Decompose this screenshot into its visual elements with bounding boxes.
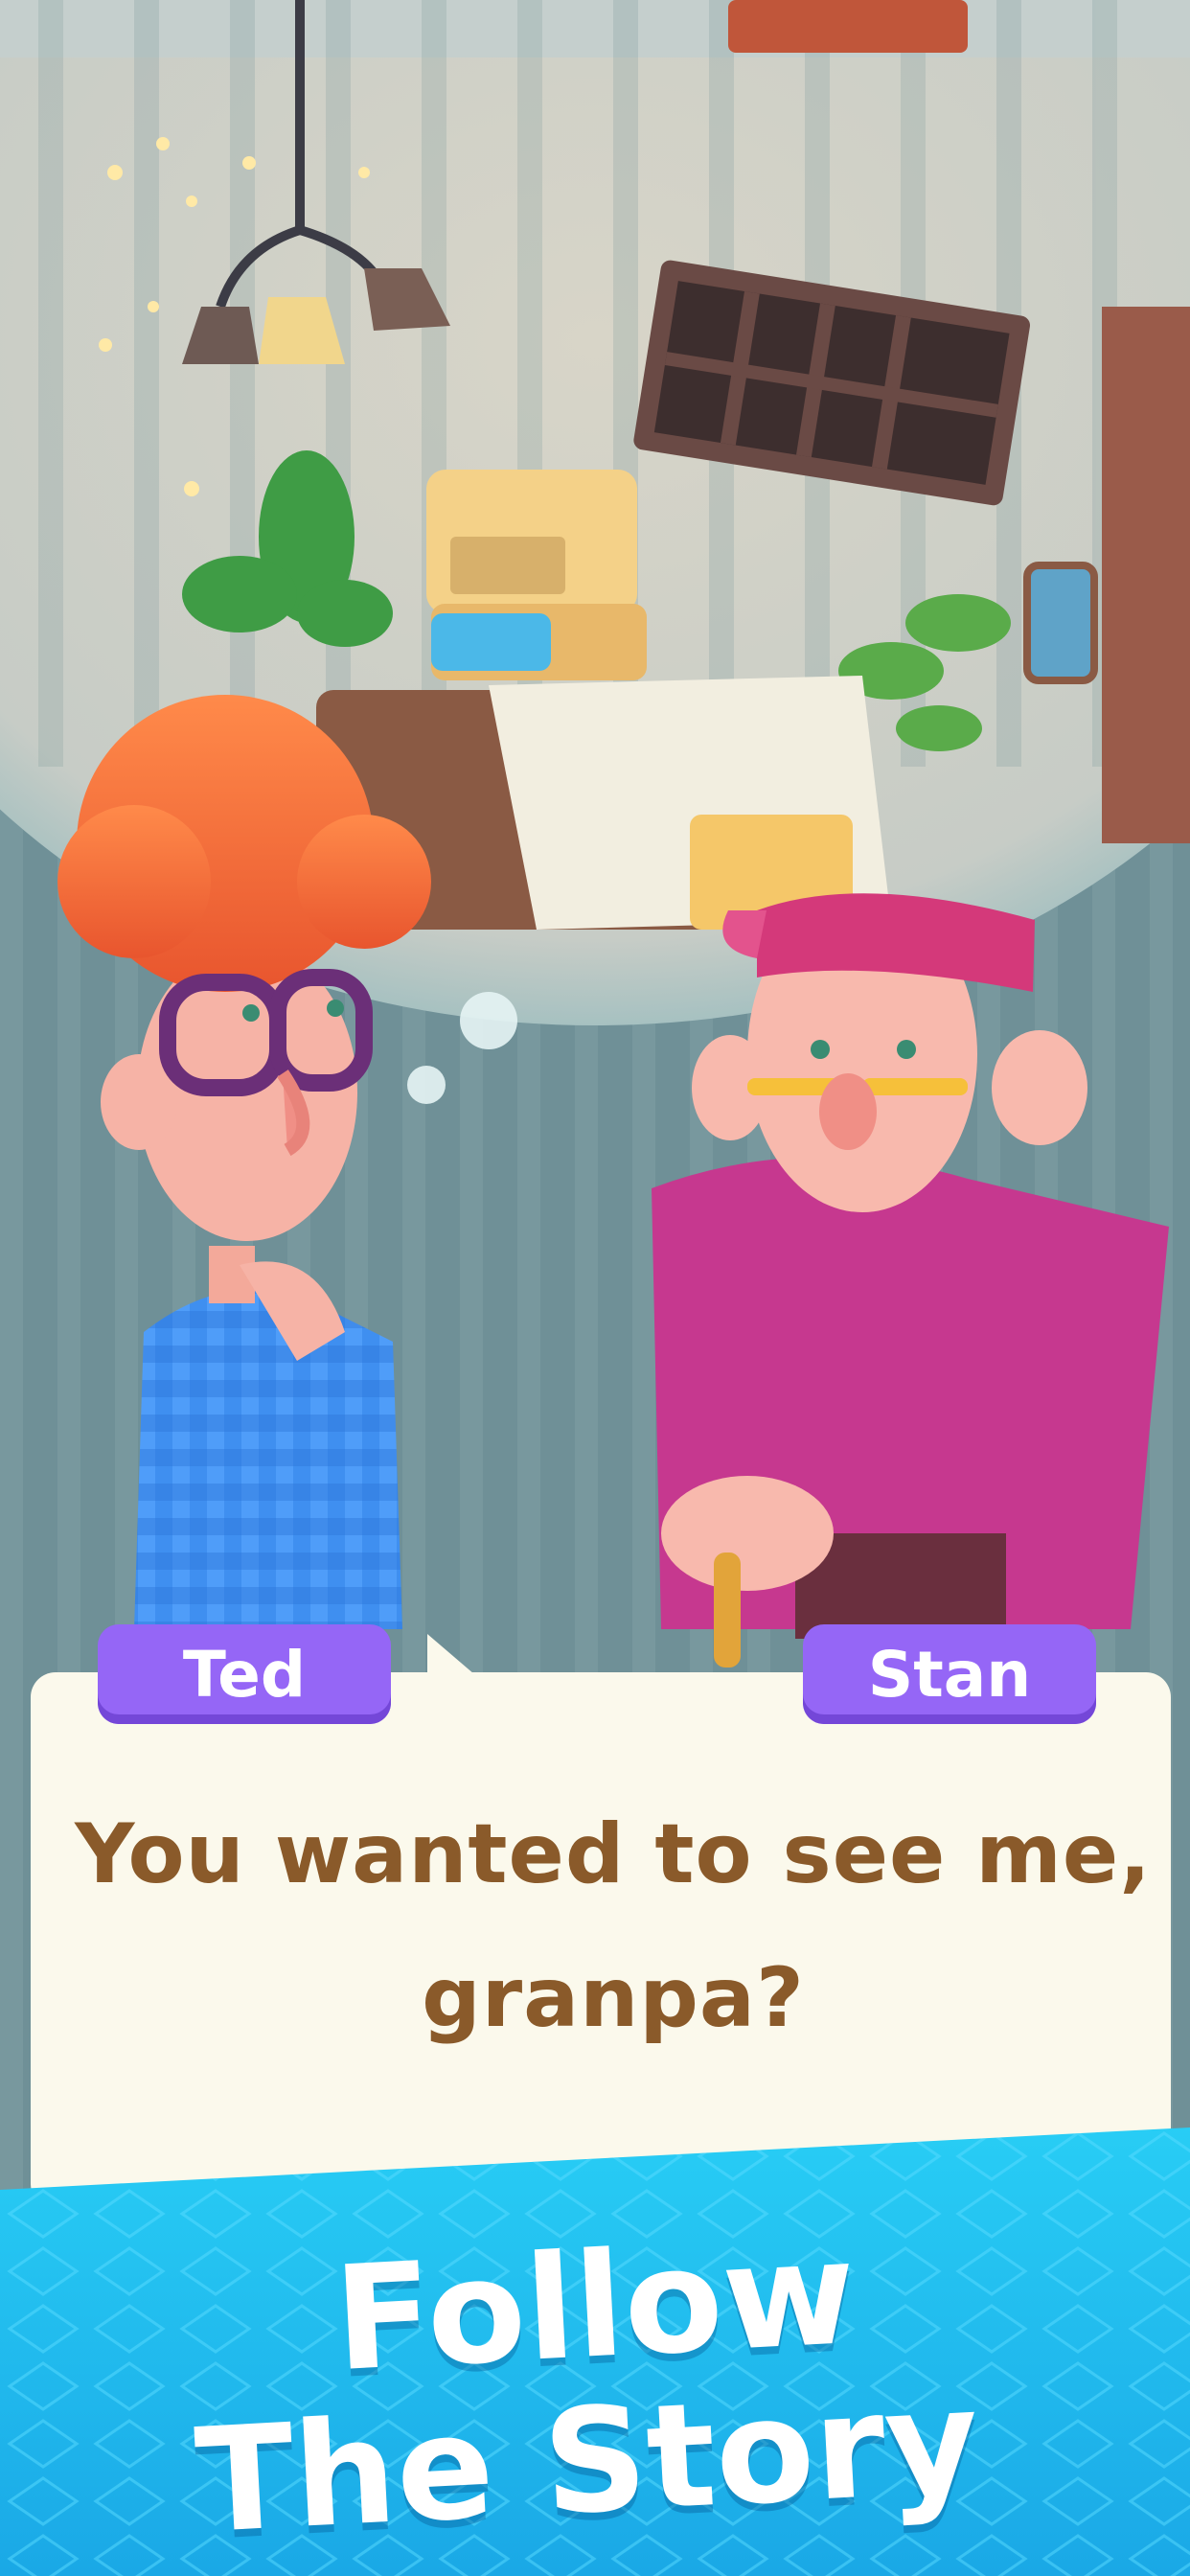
computer-icon — [426, 470, 647, 680]
dialog-line-2: granpa? — [422, 1950, 805, 2046]
dialog-text: You wanted to see me, granpa? — [57, 1782, 1169, 2070]
speaker-tag-stan: Stan — [803, 1624, 1096, 1724]
speaker-tag-ted: Ted — [98, 1624, 391, 1724]
promo-banner: Follow The Story — [0, 2128, 1190, 2576]
dialog-line-1: You wanted to see me, — [75, 1806, 1152, 1902]
